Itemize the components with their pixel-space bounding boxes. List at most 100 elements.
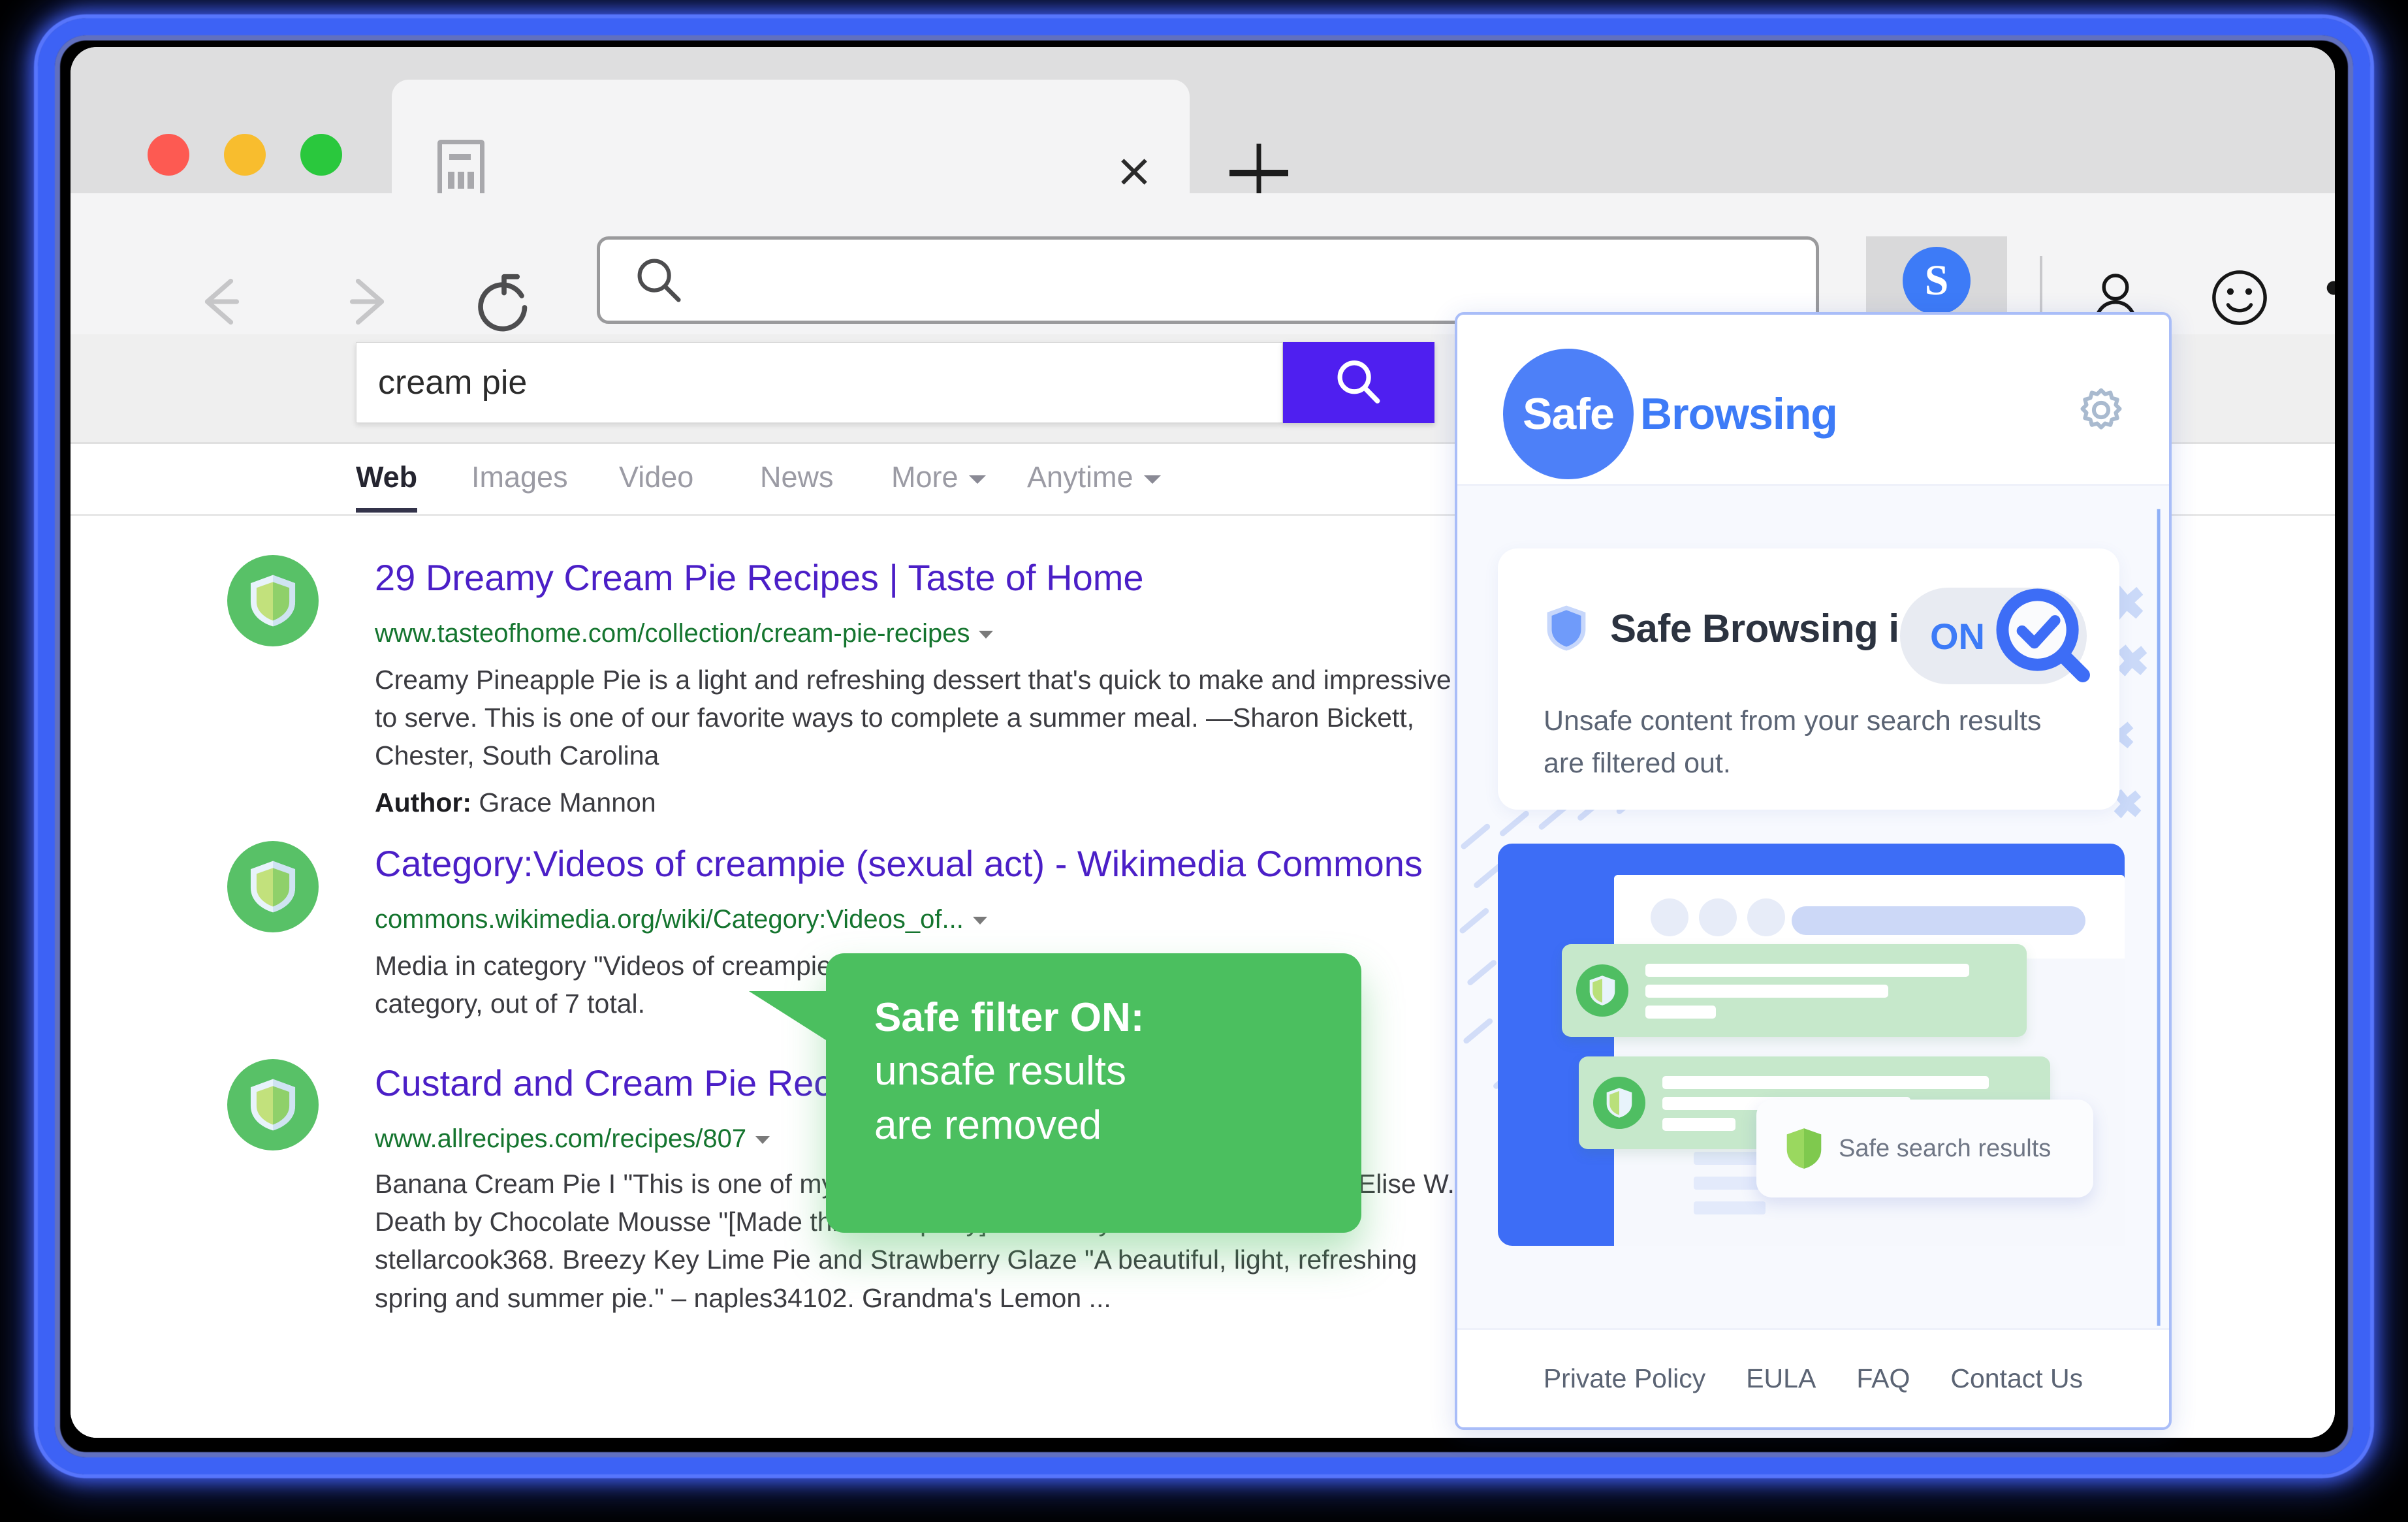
callout-line-1: Safe filter ON: <box>874 995 1145 1040</box>
tab-label: News <box>760 460 834 494</box>
address-input[interactable] <box>703 262 1676 298</box>
chevron-down-icon[interactable] <box>755 1136 770 1145</box>
result-title-link[interactable]: Custard and Cream Pie Recipes <box>375 1062 899 1104</box>
chevron-down-icon <box>968 475 986 484</box>
tab-web[interactable]: Web <box>356 460 418 513</box>
status-header-row: Safe Browsing is <box>1544 603 1921 653</box>
status-title: Safe Browsing is <box>1610 606 1921 650</box>
result-title-link[interactable]: Category:Videos of creampie (sexual act)… <box>375 842 1423 885</box>
shield-icon <box>1786 1128 1822 1169</box>
page-icon <box>437 140 484 201</box>
reload-icon <box>478 274 528 332</box>
result-author: Author: Grace Mannon <box>375 787 656 818</box>
tab-images[interactable]: Images <box>471 460 568 494</box>
check-magnifier-icon <box>1990 582 2097 690</box>
author-name: Grace Mannon <box>479 787 656 817</box>
tab-label: Images <box>471 460 568 494</box>
browser-tabstrip <box>71 47 2335 201</box>
tab-more[interactable]: More <box>891 460 986 494</box>
back-button[interactable] <box>187 266 257 340</box>
popup-footer: Private Policy EULA FAQ Contact Us <box>1457 1328 2169 1427</box>
result-title-link[interactable]: 29 Dreamy Cream Pie Recipes | Taste of H… <box>375 556 1144 599</box>
extension-badge: S <box>1903 247 1971 315</box>
illustration-dot <box>1699 898 1737 936</box>
safe-shield-icon <box>1576 964 1628 1017</box>
link-eula[interactable]: EULA <box>1746 1363 1816 1394</box>
callout-text: Safe filter ON: unsafe results are remov… <box>874 991 1144 1152</box>
popup-header: Safe Browsing <box>1457 315 2169 486</box>
forward-button[interactable] <box>332 266 402 340</box>
smiley-icon <box>2212 270 2267 325</box>
status-description: Unsafe content from your search results … <box>1544 705 2042 780</box>
safe-shield-icon <box>1593 1077 1645 1129</box>
shield-glyph <box>250 575 296 627</box>
shield-glyph <box>250 861 296 913</box>
chevron-down-icon <box>1143 475 1161 484</box>
result-description: Creamy Pineapple Pie is a light and refr… <box>375 665 1451 771</box>
illustration-text-line <box>1645 985 1888 998</box>
screenshot-stage: S cream pie Web Images Video News More A… <box>0 0 2408 1522</box>
safe-shield-icon <box>227 555 319 646</box>
illustration-safe-row <box>1562 944 2027 1037</box>
illustration-text-line <box>1645 1006 1716 1019</box>
result-url[interactable]: www.allrecipes.com/recipes/807 <box>375 1124 770 1154</box>
window-close-button[interactable] <box>148 134 189 176</box>
illustration-skeleton-line <box>1694 1201 1766 1214</box>
callout-line-2: unsafe results <box>874 1049 1126 1094</box>
tab-news[interactable]: News <box>760 460 834 494</box>
result-url[interactable]: commons.wikimedia.org/wiki/Category:Vide… <box>375 905 987 934</box>
close-icon[interactable] <box>1114 151 1154 192</box>
safe-results-illustration: Safe search results <box>1498 844 2125 1246</box>
tab-label: More <box>891 460 958 494</box>
shield-icon <box>1547 605 1586 651</box>
tab-label: Video <box>619 460 694 494</box>
link-contact-us[interactable]: Contact Us <box>1950 1363 2083 1394</box>
chip-label: Safe search results <box>1839 1134 2052 1162</box>
safe-filter-callout: Safe filter ON: unsafe results are remov… <box>749 953 1361 1233</box>
illustration-dot <box>1747 898 1785 936</box>
chevron-down-icon[interactable] <box>979 631 994 639</box>
forward-arrow-icon <box>349 278 385 325</box>
link-faq[interactable]: FAQ <box>1856 1363 1910 1394</box>
illustration-text-line <box>1645 964 1969 977</box>
window-maximize-button[interactable] <box>300 134 342 176</box>
settings-button[interactable] <box>2076 385 2126 438</box>
shield-glyph <box>1606 1088 1632 1118</box>
illustration-text-line <box>1662 1118 1735 1131</box>
link-private-policy[interactable]: Private Policy <box>1544 1363 1705 1394</box>
safe-shield-icon <box>227 1059 319 1150</box>
result-url-text: commons.wikimedia.org/wiki/Category:Vide… <box>375 905 964 934</box>
reload-button[interactable] <box>469 266 539 340</box>
more-menu-button[interactable] <box>2323 277 2335 302</box>
brand-logo: Safe Browsing <box>1503 349 1838 479</box>
tab-label: Web <box>356 460 418 494</box>
result-url-text: www.allrecipes.com/recipes/807 <box>375 1124 747 1153</box>
safe-browsing-popup: Safe Browsing Safe Browsing is ON Unsafe… <box>1455 312 2172 1430</box>
shield-glyph <box>250 1079 296 1131</box>
gear-icon <box>2080 388 2122 430</box>
illustration-text-line <box>1662 1076 1989 1089</box>
check-magnifier-glyph <box>1996 588 2090 682</box>
result-url[interactable]: www.tasteofhome.com/collection/cream-pie… <box>375 619 994 648</box>
tab-anytime[interactable]: Anytime <box>1027 460 1161 494</box>
illustration-urlbar <box>1792 906 2085 935</box>
author-label: Author: <box>375 787 472 817</box>
browser-tab[interactable] <box>392 80 1190 193</box>
search-input[interactable] <box>378 363 1193 402</box>
window-minimize-button[interactable] <box>224 134 266 176</box>
safe-shield-icon <box>227 841 319 932</box>
result-url-text: www.tasteofhome.com/collection/cream-pie… <box>375 619 970 648</box>
search-icon <box>1337 360 1380 404</box>
search-field-wrapper[interactable] <box>356 342 1283 423</box>
logo-circle: Safe <box>1503 349 1634 479</box>
tab-label: Anytime <box>1027 460 1133 494</box>
tab-video[interactable]: Video <box>619 460 693 494</box>
search-icon <box>637 259 681 302</box>
smiley-button[interactable] <box>2204 262 2275 336</box>
callout-line-3: are removed <box>874 1102 1102 1148</box>
search-submit-button[interactable] <box>1283 342 1434 423</box>
address-bar[interactable] <box>597 236 1819 324</box>
chevron-down-icon[interactable] <box>972 917 987 925</box>
safe-browsing-toggle[interactable]: ON <box>1900 588 2090 684</box>
window-traffic-lights <box>148 134 342 176</box>
